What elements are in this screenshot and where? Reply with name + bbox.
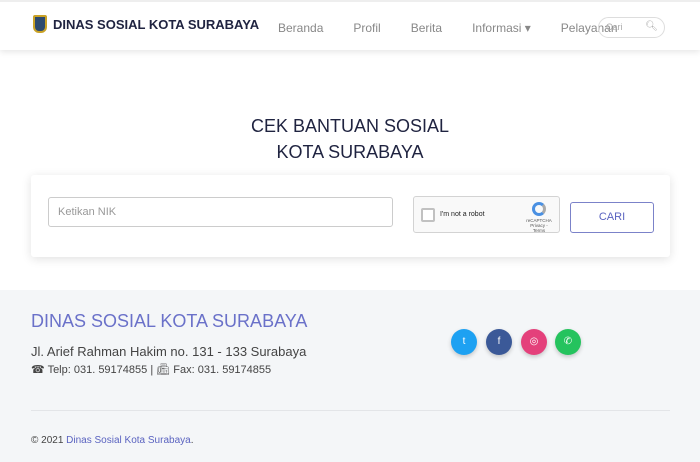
footer: DINAS SOSIAL KOTA SURABAYA Jl. Arief Rah… (0, 290, 700, 462)
recaptcha-label: I'm not a robot (440, 211, 485, 218)
nav-profil[interactable]: Profil (353, 21, 380, 35)
footer-title: DINAS SOSIAL KOTA SURABAYA (31, 311, 308, 331)
recaptcha-widget: I'm not a robot reCAPTCHA Privacy - Terms (413, 196, 560, 233)
title-line-1: CEK BANTUAN SOSIAL (250, 116, 450, 136)
footer-contact: ☎ Telp: 031. 59174855 | 📠︎ Fax: 031. 591… (31, 364, 272, 376)
search-card: Ketikan NIK I'm not a robot reCAPTCHA Pri… (31, 175, 670, 257)
nik-input[interactable]: Ketikan NIK (48, 197, 393, 227)
nav-beranda[interactable]: Beranda (278, 21, 323, 35)
nav-informasi-dropdown[interactable]: Informasi ▾ (472, 21, 531, 35)
fax-text: Fax: 031. 59174855 (173, 364, 272, 376)
search-icon[interactable]: 🔍︎ (645, 21, 658, 32)
copyright: © 2021 Dinas Sosial Kota Surabaya. (31, 435, 193, 446)
search-placeholder: Cari (606, 22, 623, 32)
footer-address: Jl. Arief Rahman Hakim no. 131 - 133 Sur… (31, 344, 307, 359)
title-line-2: KOTA SURABAYA (276, 142, 424, 162)
copyright-period: . (190, 435, 194, 446)
recaptcha-links[interactable]: Privacy - Terms (524, 223, 554, 233)
phone-icon: ☎ (31, 364, 45, 376)
cari-button[interactable]: CARI (570, 202, 654, 233)
copyright-text: © 2021 (31, 435, 67, 446)
whatsapp-icon[interactable]: ✆ (555, 329, 581, 355)
recaptcha-checkbox[interactable] (421, 208, 435, 222)
nav-menu: Beranda Profil Berita Informasi ▾ Pelaya… (278, 21, 648, 35)
facebook-icon[interactable]: f (486, 329, 512, 355)
nav-berita[interactable]: Berita (411, 21, 442, 35)
phone-text: Telp: 031. 59174855 (47, 364, 148, 376)
fax-icon: 📠︎ (156, 364, 171, 376)
instagram-icon[interactable]: ◎ (521, 329, 547, 355)
recaptcha-logo-icon (532, 202, 546, 216)
footer-divider (31, 410, 670, 411)
twitter-icon[interactable]: t (451, 329, 477, 355)
search-input[interactable]: Cari 🔍︎ (598, 17, 665, 38)
navbar: DINAS SOSIAL KOTA SURABAYA Beranda Profi… (0, 0, 700, 50)
brand-link[interactable]: DINAS SOSIAL KOTA SURABAYA (33, 15, 259, 33)
copyright-link[interactable]: Dinas Sosial Kota Surabaya (66, 435, 191, 446)
city-logo-icon (33, 15, 47, 33)
brand-name: DINAS SOSIAL KOTA SURABAYA (53, 16, 260, 32)
page-title: CEK BANTUAN SOSIAL KOTA SURABAYA (0, 113, 700, 165)
